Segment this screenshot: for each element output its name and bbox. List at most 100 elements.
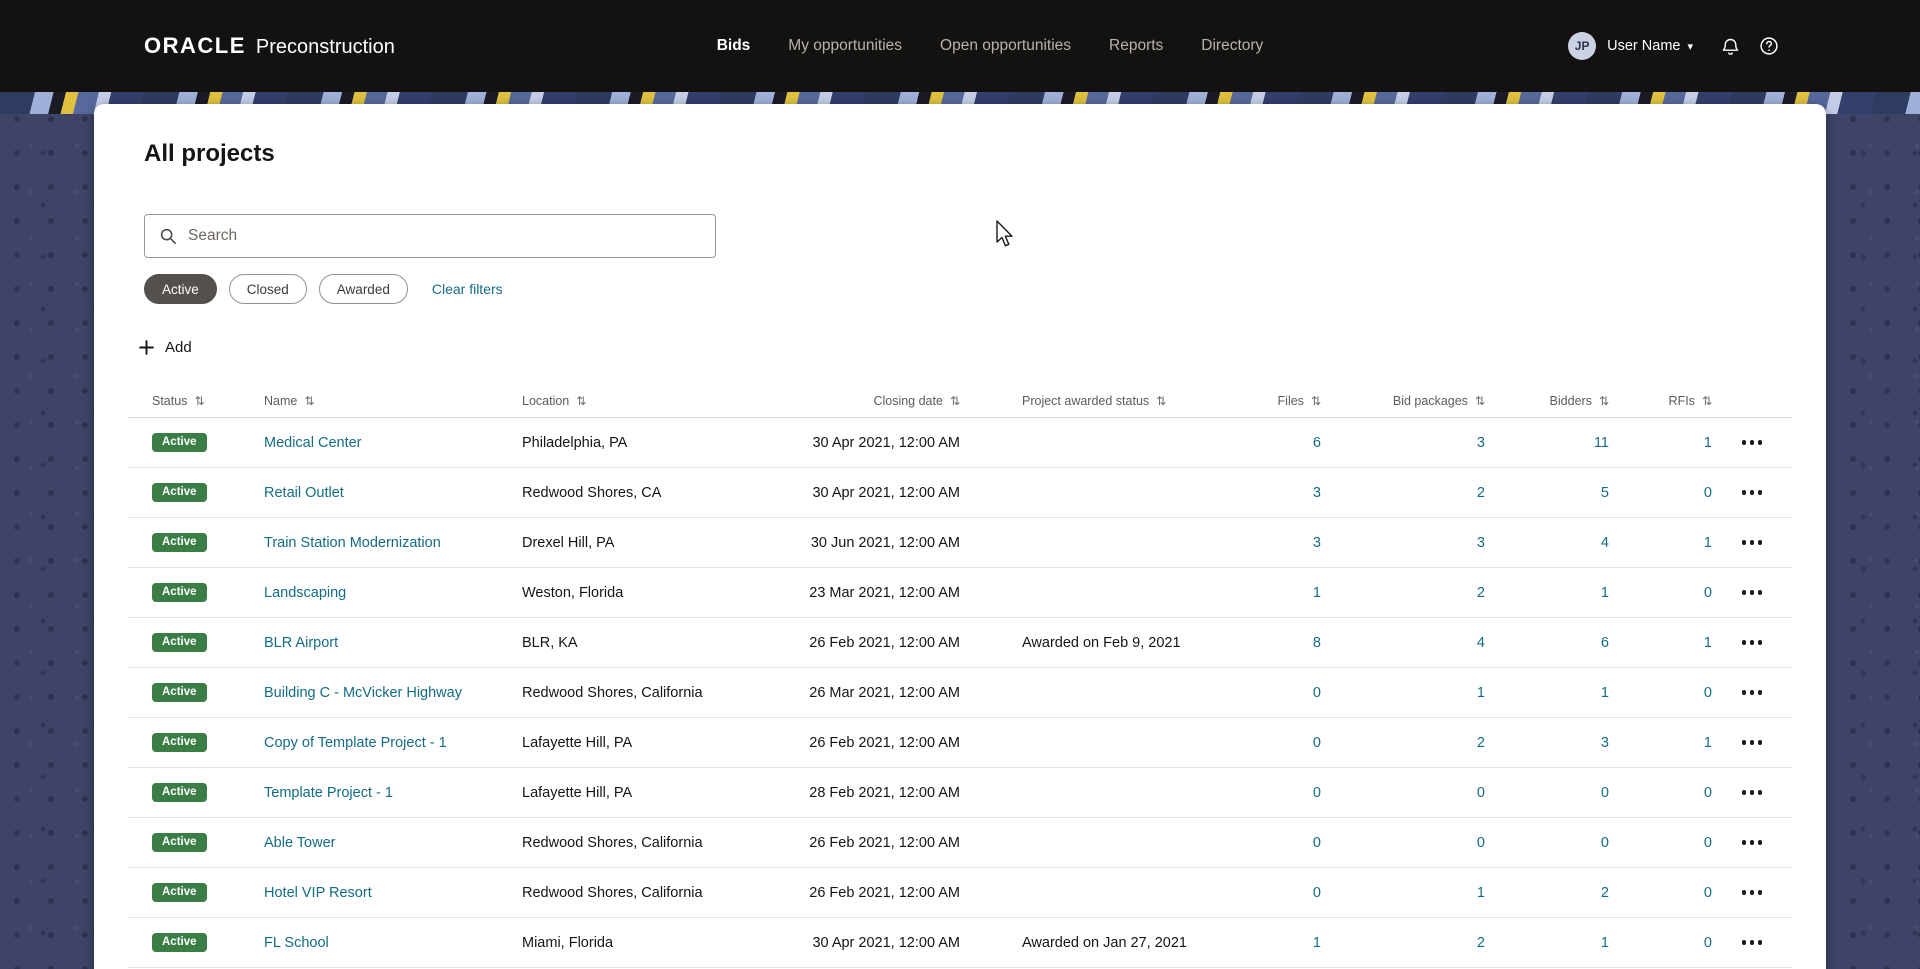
sort-icon: ⇅ xyxy=(194,393,205,408)
bidders-count-link[interactable]: 6 xyxy=(1601,635,1609,651)
clear-filters-link[interactable]: Clear filters xyxy=(432,281,503,297)
files-count-link[interactable]: 6 xyxy=(1313,435,1321,451)
project-name-link[interactable]: Copy of Template Project - 1 xyxy=(264,735,447,751)
bidders-count-link[interactable]: 0 xyxy=(1601,785,1609,801)
rfis-count-link[interactable]: 0 xyxy=(1704,835,1712,851)
column-header-location[interactable]: Location ⇅ xyxy=(522,394,770,408)
location-text: Drexel Hill, PA xyxy=(522,534,615,551)
row-actions-button[interactable] xyxy=(1736,434,1769,451)
row-actions-button[interactable] xyxy=(1736,784,1769,801)
bid-packages-count-link[interactable]: 1 xyxy=(1477,885,1485,901)
bid-packages-count-link[interactable]: 0 xyxy=(1477,785,1485,801)
plus-icon xyxy=(139,339,154,355)
column-header-name[interactable]: Name ⇅ xyxy=(264,394,522,408)
files-count-link[interactable]: 8 xyxy=(1313,635,1321,651)
rfis-count-link[interactable]: 0 xyxy=(1704,935,1712,951)
bidders-count-link[interactable]: 3 xyxy=(1601,735,1609,751)
column-header-rfis[interactable]: RFIs ⇅ xyxy=(1609,394,1712,408)
files-count-link[interactable]: 0 xyxy=(1313,885,1321,901)
nav-item-reports[interactable]: Reports xyxy=(1109,37,1163,55)
project-name-link[interactable]: Train Station Modernization xyxy=(264,535,441,551)
bid-packages-count-link[interactable]: 1 xyxy=(1477,685,1485,701)
project-name-link[interactable]: FL School xyxy=(264,935,329,951)
bidders-count-link[interactable]: 5 xyxy=(1601,485,1609,501)
filter-chip-closed[interactable]: Closed xyxy=(228,274,307,304)
column-header-closing_date[interactable]: Closing date ⇅ xyxy=(770,394,960,408)
bidders-count-link[interactable]: 0 xyxy=(1601,835,1609,851)
rfis-count-link[interactable]: 1 xyxy=(1704,735,1712,751)
files-count-link[interactable]: 0 xyxy=(1313,835,1321,851)
bidders-count-link[interactable]: 4 xyxy=(1601,535,1609,551)
bid-packages-count-link[interactable]: 3 xyxy=(1477,535,1485,551)
add-button[interactable]: Add xyxy=(138,332,192,362)
rfis-count-link[interactable]: 1 xyxy=(1704,435,1712,451)
bid-packages-count-link[interactable]: 2 xyxy=(1477,585,1485,601)
filter-chip-active[interactable]: Active xyxy=(144,274,217,304)
rfis-count-link[interactable]: 0 xyxy=(1704,885,1712,901)
rfis-count-link[interactable]: 0 xyxy=(1704,485,1712,501)
notifications-button[interactable] xyxy=(1720,36,1741,57)
avatar[interactable]: JP xyxy=(1568,32,1597,60)
rfis-count-link[interactable]: 0 xyxy=(1704,785,1712,801)
row-actions-button[interactable] xyxy=(1736,734,1769,751)
location-text: Weston, Florida xyxy=(522,584,624,601)
status-badge: Active xyxy=(152,432,207,453)
column-header-bidders[interactable]: Bidders ⇅ xyxy=(1485,394,1609,408)
files-count-link[interactable]: 3 xyxy=(1313,535,1321,551)
search-input[interactable] xyxy=(188,227,701,245)
rfis-count-link[interactable]: 0 xyxy=(1704,585,1712,601)
rfis-count-link[interactable]: 1 xyxy=(1704,535,1712,551)
row-actions-button[interactable] xyxy=(1736,534,1769,551)
row-actions-button[interactable] xyxy=(1736,484,1769,501)
project-name-link[interactable]: Medical Center xyxy=(264,435,362,451)
row-actions-button[interactable] xyxy=(1736,684,1769,701)
bid-packages-count-link[interactable]: 3 xyxy=(1477,435,1485,451)
nav-item-directory[interactable]: Directory xyxy=(1201,37,1263,55)
row-actions-button[interactable] xyxy=(1736,634,1769,651)
rfis-count-link[interactable]: 1 xyxy=(1704,635,1712,651)
bidders-count-link[interactable]: 11 xyxy=(1594,435,1609,451)
user-menu[interactable]: User Name ▾ xyxy=(1607,38,1693,54)
bidders-count-link[interactable]: 1 xyxy=(1601,685,1609,701)
bidders-count-link[interactable]: 2 xyxy=(1601,885,1609,901)
sort-icon: ⇅ xyxy=(304,393,315,408)
bid-packages-count-link[interactable]: 2 xyxy=(1477,485,1485,501)
files-count-link[interactable]: 3 xyxy=(1313,485,1321,501)
bidders-count-link[interactable]: 1 xyxy=(1601,585,1609,601)
column-header-label: Name xyxy=(264,393,298,408)
column-header-files[interactable]: Files ⇅ xyxy=(1222,394,1321,408)
project-name-link[interactable]: Able Tower xyxy=(264,835,335,851)
files-count-link[interactable]: 1 xyxy=(1313,935,1321,951)
project-name-link[interactable]: BLR Airport xyxy=(264,635,338,651)
table-row: Active Template Project - 1 Lafayette Hill… xyxy=(128,768,1792,818)
files-count-link[interactable]: 0 xyxy=(1313,785,1321,801)
help-button[interactable] xyxy=(1758,35,1780,57)
bid-packages-count-link[interactable]: 4 xyxy=(1477,635,1485,651)
rfis-count-link[interactable]: 0 xyxy=(1704,685,1712,701)
nav-item-open-opportunities[interactable]: Open opportunities xyxy=(940,37,1071,55)
files-count-link[interactable]: 1 xyxy=(1313,585,1321,601)
bid-packages-count-link[interactable]: 2 xyxy=(1477,735,1485,751)
column-header-status[interactable]: Status ⇅ xyxy=(152,394,264,408)
filter-chip-awarded[interactable]: Awarded xyxy=(318,274,408,304)
project-name-link[interactable]: Landscaping xyxy=(264,585,346,601)
files-count-link[interactable]: 0 xyxy=(1313,685,1321,701)
location-text: Redwood Shores, California xyxy=(522,684,703,701)
nav-item-my-opportunities[interactable]: My opportunities xyxy=(788,37,902,55)
status-badge: Active xyxy=(152,682,207,703)
project-name-link[interactable]: Template Project - 1 xyxy=(264,785,393,801)
project-name-link[interactable]: Hotel VIP Resort xyxy=(264,885,372,901)
nav-item-bids[interactable]: Bids xyxy=(717,37,751,55)
bid-packages-count-link[interactable]: 0 xyxy=(1477,835,1485,851)
bidders-count-link[interactable]: 1 xyxy=(1601,935,1609,951)
column-header-bid_packages[interactable]: Bid packages ⇅ xyxy=(1321,394,1485,408)
files-count-link[interactable]: 0 xyxy=(1313,735,1321,751)
row-actions-button[interactable] xyxy=(1736,934,1769,951)
project-name-link[interactable]: Retail Outlet xyxy=(264,485,344,501)
row-actions-button[interactable] xyxy=(1736,884,1769,901)
row-actions-button[interactable] xyxy=(1736,834,1769,851)
bid-packages-count-link[interactable]: 2 xyxy=(1477,935,1485,951)
row-actions-button[interactable] xyxy=(1736,584,1769,601)
project-name-link[interactable]: Building C - McVicker Highway xyxy=(264,685,462,701)
column-header-awarded_status[interactable]: Project awarded status ⇅ xyxy=(960,394,1222,408)
